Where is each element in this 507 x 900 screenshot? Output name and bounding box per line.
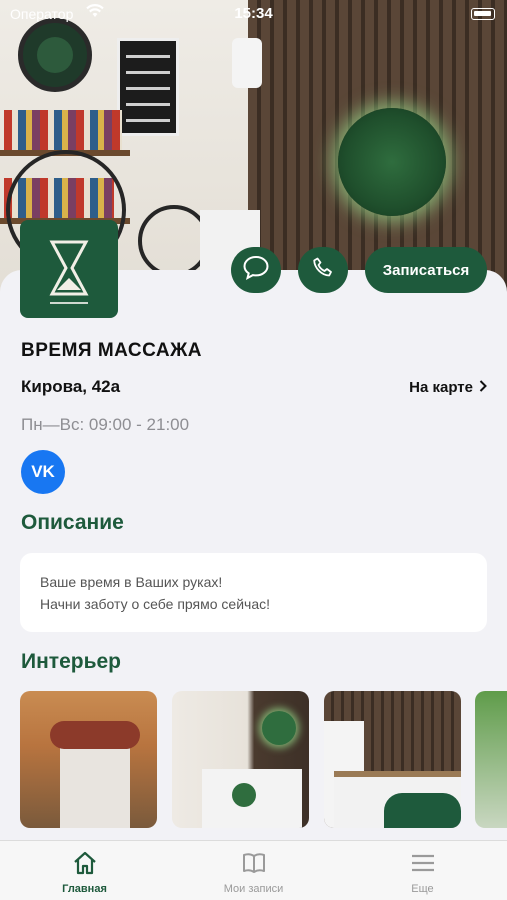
interior-photo[interactable] bbox=[20, 691, 157, 828]
opening-hours: Пн—Вс: 09:00 - 21:00 bbox=[21, 415, 190, 434]
wall-clock bbox=[18, 18, 92, 92]
interior-gallery[interactable] bbox=[20, 691, 507, 828]
book-appointment-button[interactable]: Записаться bbox=[365, 247, 487, 293]
tab-more[interactable]: Еще bbox=[338, 841, 507, 900]
interior-photo[interactable] bbox=[475, 691, 507, 828]
tab-my-bookings-label: Мои записи bbox=[223, 883, 284, 895]
books bbox=[4, 110, 122, 150]
salon-logo bbox=[20, 220, 118, 318]
security-camera bbox=[232, 38, 262, 88]
home-icon bbox=[72, 851, 98, 880]
tab-bar: Главная Мои записи Еще bbox=[0, 840, 507, 900]
chevron-right-icon bbox=[479, 379, 487, 396]
glowing-moss-sign bbox=[338, 108, 446, 216]
salon-address: Кирова, 42а bbox=[21, 377, 121, 396]
interior-heading: Интерьер bbox=[21, 650, 121, 673]
tab-home[interactable]: Главная bbox=[0, 841, 169, 900]
description-card: Ваше время в Ваших руках! Начни заботу о… bbox=[20, 553, 487, 632]
wall-poster bbox=[117, 38, 179, 136]
tab-more-label: Еще bbox=[411, 883, 434, 895]
clock-time: 15:34 bbox=[234, 5, 273, 22]
status-bar: Оператор 15:34 bbox=[0, 0, 507, 28]
interior-photo[interactable] bbox=[324, 691, 461, 828]
tab-home-label: Главная bbox=[62, 883, 107, 895]
vk-icon[interactable]: VK bbox=[21, 450, 65, 494]
chat-bubble-icon bbox=[242, 255, 270, 286]
description-heading: Описание bbox=[21, 511, 124, 534]
call-button[interactable] bbox=[298, 247, 348, 293]
phone-icon bbox=[311, 256, 335, 285]
battery-icon bbox=[471, 8, 495, 20]
description-line: Ваше время в Ваших руках! bbox=[40, 574, 223, 590]
menu-icon bbox=[410, 851, 436, 880]
map-link[interactable]: На карте bbox=[409, 379, 487, 396]
chat-button[interactable] bbox=[231, 247, 281, 293]
map-link-label: На карте bbox=[409, 379, 473, 396]
book-icon bbox=[241, 851, 267, 880]
tab-my-bookings[interactable]: Мои записи bbox=[169, 841, 338, 900]
interior-photo[interactable] bbox=[172, 691, 309, 828]
salon-name: ВРЕМЯ МАССАЖА bbox=[21, 340, 202, 361]
vk-label: VK bbox=[31, 462, 55, 481]
description-line: Начни заботу о себе прямо сейчас! bbox=[40, 596, 270, 612]
